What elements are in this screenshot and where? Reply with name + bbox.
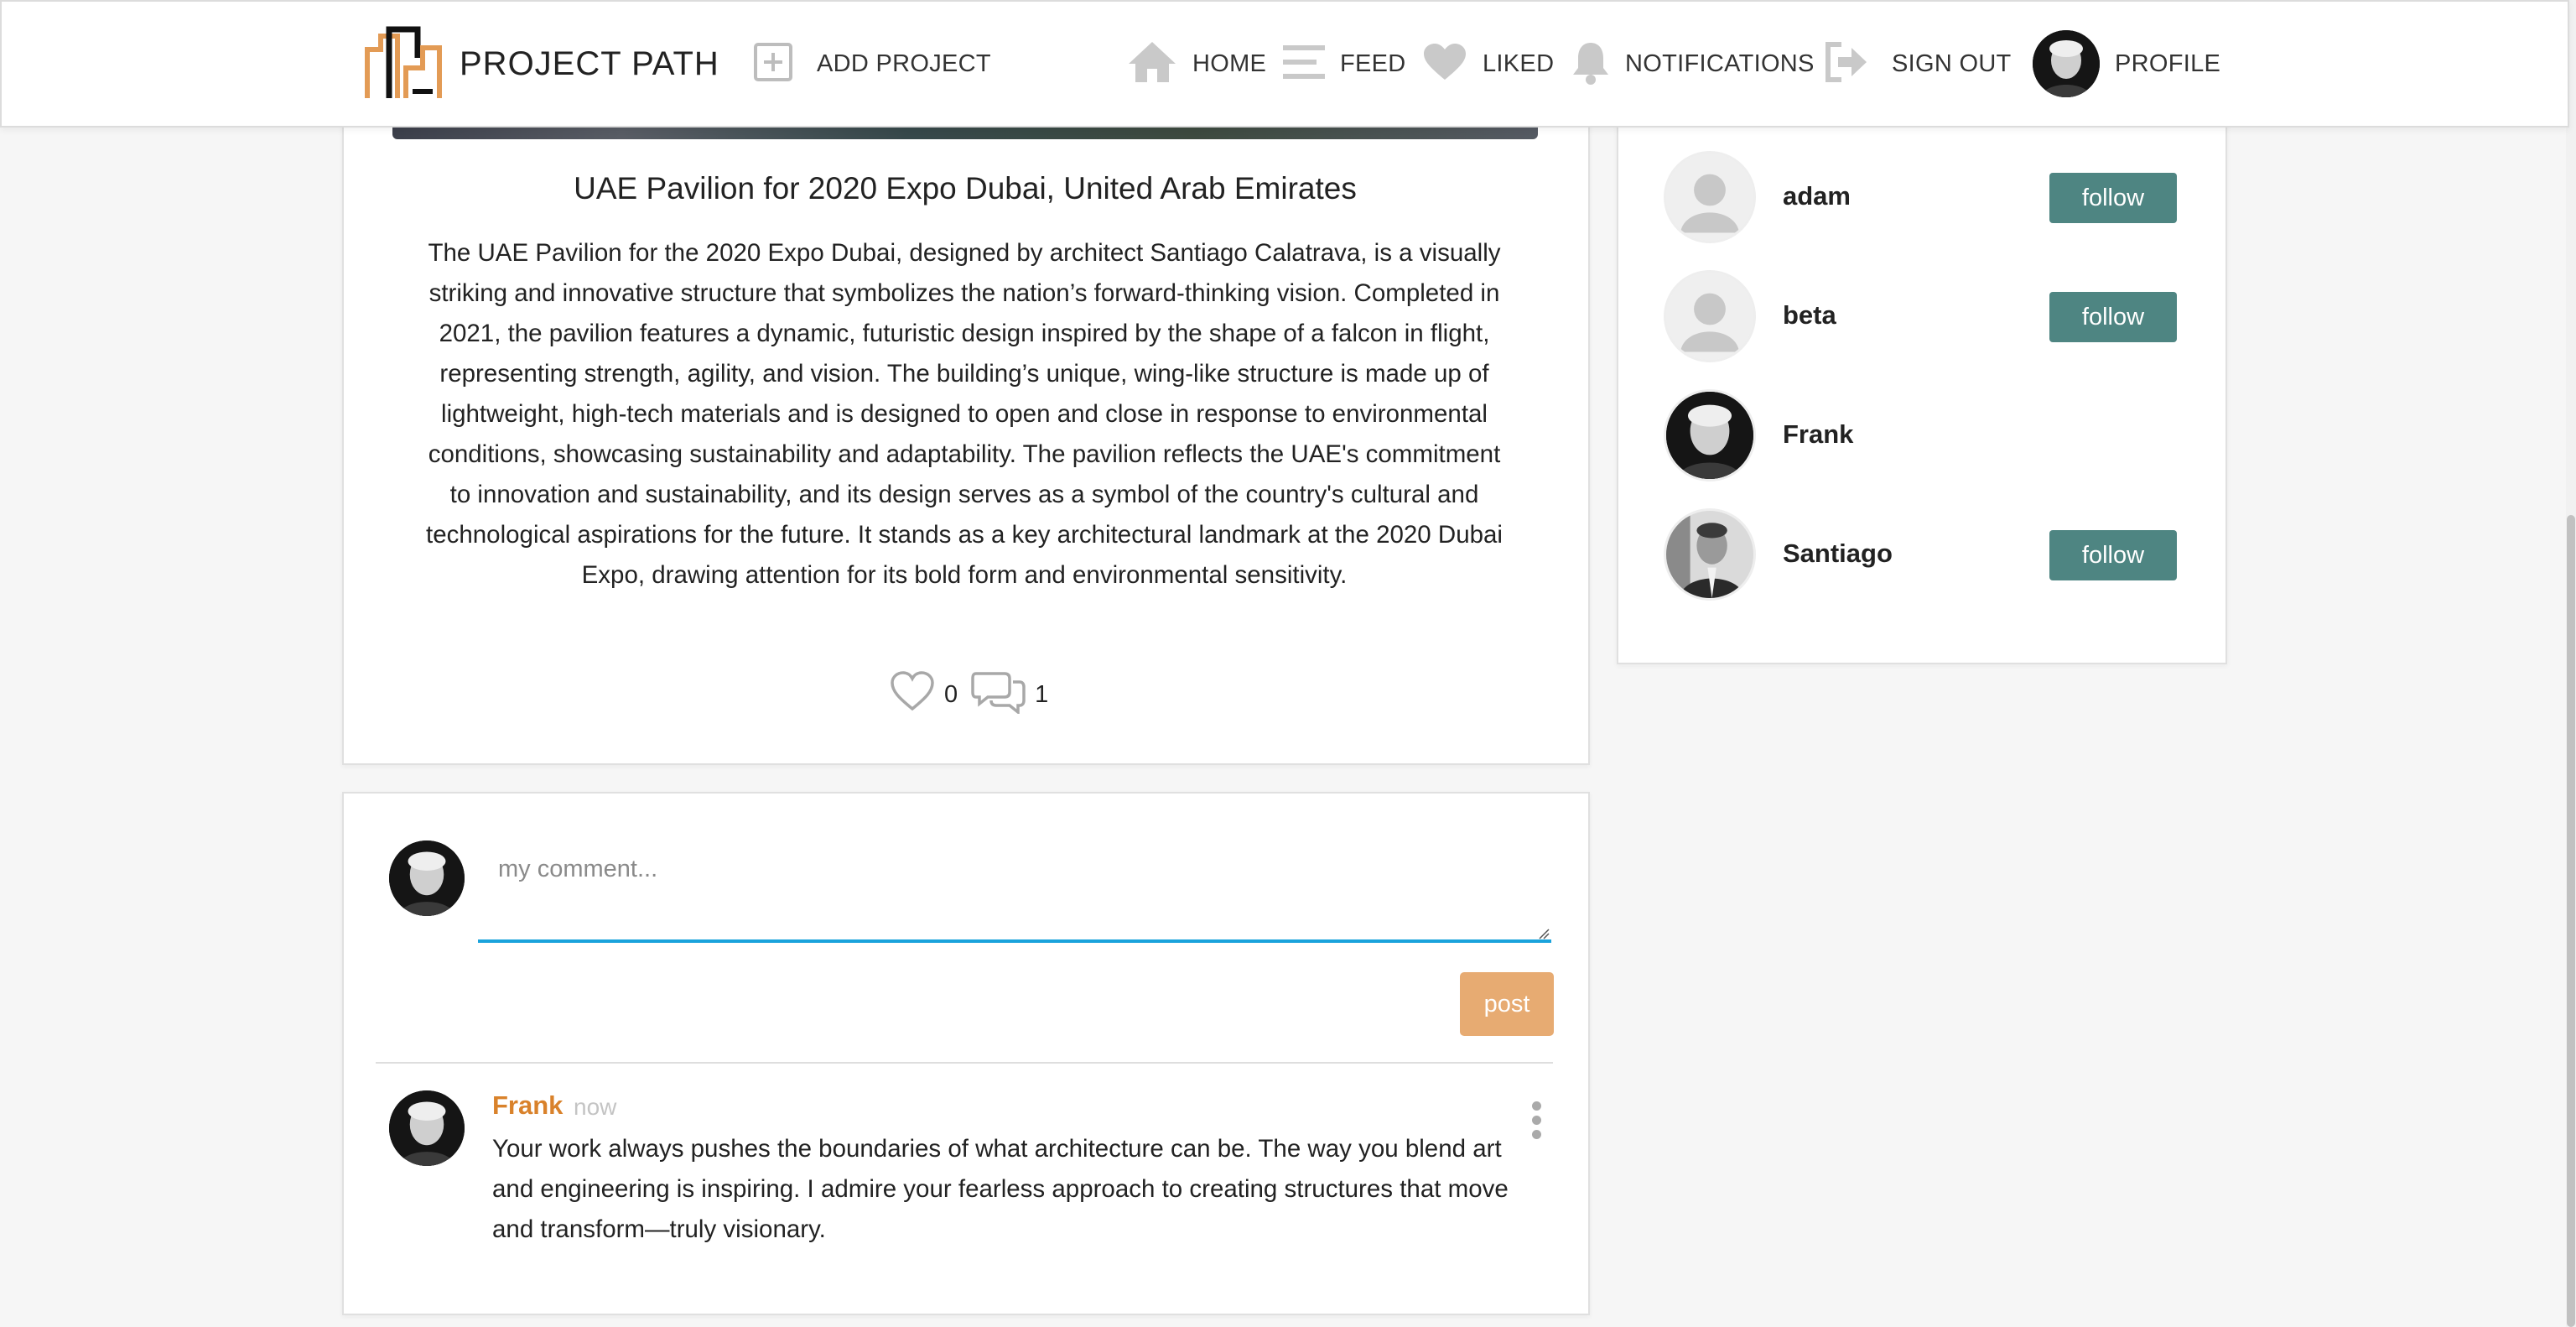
comment-timestamp: now bbox=[574, 1094, 617, 1120]
nav-profile[interactable]: PROFILE bbox=[2033, 2, 2220, 126]
comment-text: Your work always pushes the boundaries o… bbox=[492, 1135, 1509, 1243]
profile-avatar bbox=[2033, 30, 2100, 97]
add-project-icon bbox=[753, 42, 793, 86]
comment-avatar[interactable] bbox=[389, 1090, 465, 1166]
nav-notifications[interactable]: NOTIFICATIONS bbox=[1571, 2, 1815, 126]
nav-feed-label: FEED bbox=[1340, 49, 1406, 77]
logo-link[interactable]: PROJECT PATH bbox=[364, 2, 719, 126]
user-name[interactable]: adam bbox=[1783, 181, 1851, 211]
sign-out-icon bbox=[1823, 41, 1868, 87]
top-navbar: PROJECT PATH ADD PROJECT HOME FEED LIKED… bbox=[0, 0, 2569, 127]
resize-grip-icon[interactable] bbox=[1536, 926, 1550, 939]
follow-button[interactable]: follow bbox=[2049, 173, 2177, 223]
nav-profile-label: PROFILE bbox=[2115, 49, 2221, 77]
comment-input[interactable] bbox=[478, 825, 1551, 943]
user-avatar[interactable] bbox=[1664, 270, 1756, 362]
post-comment-button[interactable]: post bbox=[1460, 972, 1554, 1036]
post-stats: 0 1 bbox=[889, 671, 1062, 718]
follow-button[interactable]: follow bbox=[2049, 530, 2177, 580]
nav-liked[interactable]: LIKED bbox=[1422, 2, 1554, 126]
home-icon bbox=[1127, 40, 1177, 88]
suggestion-row: Santiago follow bbox=[1664, 508, 2192, 602]
comment-author[interactable]: Frank bbox=[492, 1090, 563, 1121]
suggestion-row: adam follow bbox=[1664, 151, 2192, 245]
bell-icon bbox=[1571, 39, 1610, 89]
scrollbar-thumb[interactable] bbox=[2567, 515, 2575, 1327]
post-description: The UAE Pavilion for the 2020 Expo Dubai… bbox=[426, 239, 1503, 589]
user-avatar[interactable] bbox=[1664, 508, 1756, 601]
nav-home[interactable]: HOME bbox=[1127, 2, 1266, 126]
comment-icon[interactable] bbox=[971, 669, 1026, 721]
comment-options-icon[interactable] bbox=[1528, 1101, 1545, 1145]
nav-notifications-label: NOTIFICATIONS bbox=[1625, 49, 1815, 77]
user-name[interactable]: beta bbox=[1783, 300, 1836, 330]
logo-icon bbox=[364, 24, 444, 104]
nav-feed[interactable]: FEED bbox=[1283, 2, 1406, 126]
current-user-avatar bbox=[389, 840, 465, 916]
heart-icon bbox=[1422, 43, 1467, 86]
suggestion-row: Frank bbox=[1664, 389, 2192, 483]
nav-sign-out[interactable]: SIGN OUT bbox=[1823, 2, 2012, 126]
like-icon[interactable] bbox=[889, 670, 936, 719]
nav-home-label: HOME bbox=[1192, 49, 1267, 77]
post-title: UAE Pavilion for 2020 Expo Dubai, United… bbox=[574, 171, 1357, 206]
like-count: 0 bbox=[944, 680, 958, 708]
nav-liked-label: LIKED bbox=[1483, 49, 1555, 77]
add-project-link[interactable]: ADD PROJECT bbox=[753, 2, 991, 126]
user-avatar[interactable] bbox=[1664, 151, 1756, 243]
feed-icon bbox=[1283, 44, 1325, 85]
user-avatar[interactable] bbox=[1664, 389, 1756, 481]
comments-divider bbox=[376, 1062, 1553, 1064]
logo-text: PROJECT PATH bbox=[460, 44, 719, 82]
follow-button[interactable]: follow bbox=[2049, 292, 2177, 342]
user-name[interactable]: Santiago bbox=[1783, 539, 1893, 569]
suggestion-row: beta follow bbox=[1664, 270, 2192, 364]
comment-count: 1 bbox=[1035, 680, 1049, 708]
user-name[interactable]: Frank bbox=[1783, 419, 1853, 450]
nav-sign-out-label: SIGN OUT bbox=[1892, 49, 2012, 77]
add-project-label: ADD PROJECT bbox=[817, 49, 991, 77]
